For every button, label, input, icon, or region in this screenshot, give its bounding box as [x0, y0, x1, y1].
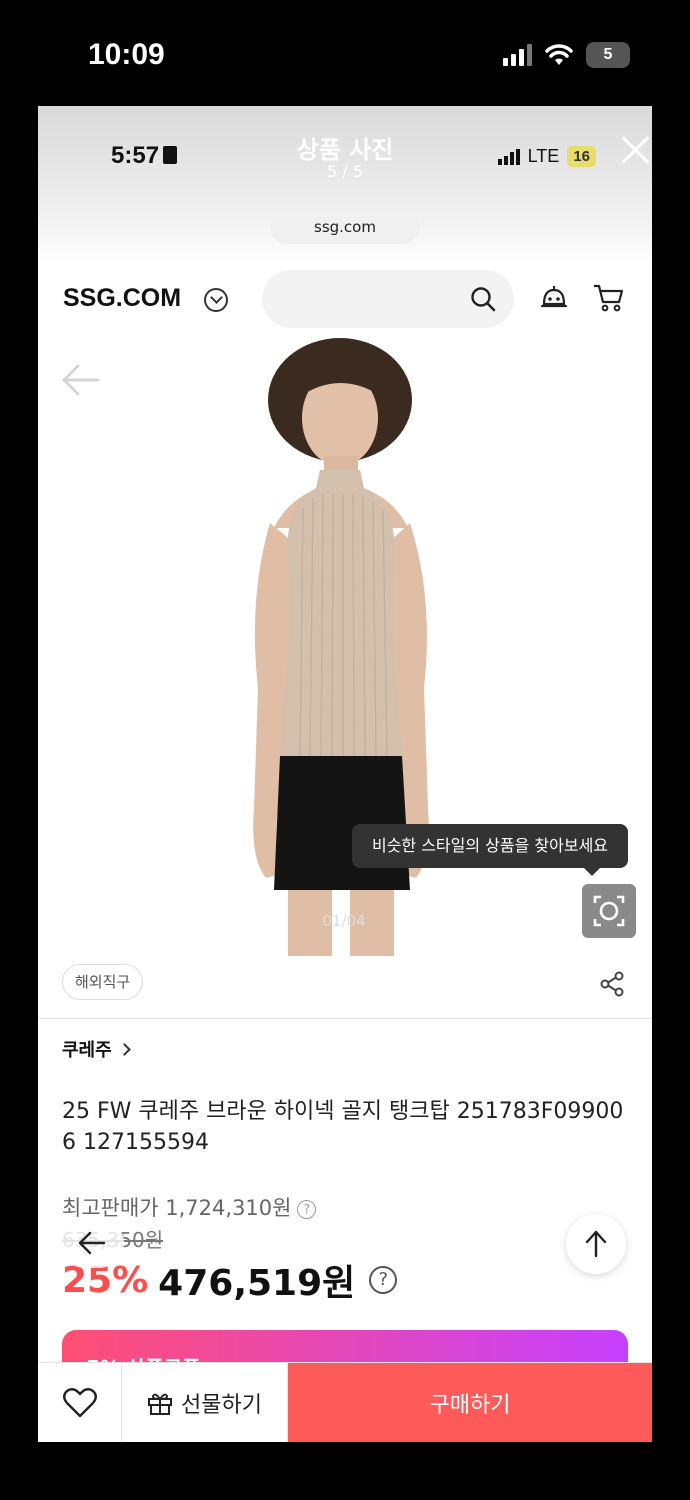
battery-indicator: 5: [586, 42, 630, 68]
close-icon[interactable]: [620, 134, 652, 166]
visual-search-button[interactable]: [582, 884, 636, 938]
help-icon[interactable]: ?: [297, 1200, 317, 1219]
arrow-left-icon: [78, 1231, 106, 1255]
outer-status-icons: 5: [503, 42, 630, 68]
cellular-signal-icon: [503, 44, 532, 66]
wishlist-button[interactable]: [38, 1363, 122, 1442]
photo-viewer: 5:57 상품 사진 5 / 5 LTE 16 ssg.com SSG.COM: [38, 106, 652, 1442]
previous-button[interactable]: [60, 1218, 124, 1268]
search-bar[interactable]: [262, 270, 514, 328]
cart-icon[interactable]: [592, 282, 626, 314]
buy-button[interactable]: 구매하기: [288, 1363, 652, 1442]
product-title: 25 FW 쿠레주 브라운 하이넥 골지 탱크탑 251783F09900 6 …: [62, 1099, 624, 1155]
inner-status-icons: LTE 16: [497, 146, 596, 167]
search-input[interactable]: [262, 270, 462, 328]
inner-signal-icon: [497, 148, 520, 165]
overseas-direct-badge: 해외직구: [62, 964, 144, 1000]
ssg-logo[interactable]: SSG.COM: [63, 284, 181, 313]
arrow-up-icon: [585, 1230, 607, 1258]
similar-style-tooltip: 비슷한 스타일의 상품을 찾아보세요: [352, 824, 628, 876]
viewer-header: 5:57 상품 사진 5 / 5 LTE 16 ssg.com: [38, 106, 652, 266]
product-image-carousel[interactable]: 비슷한 스타일의 상품을 찾아보세요 01/04: [38, 338, 652, 956]
camera-scan-icon: [593, 895, 625, 927]
chevron-right-icon: [117, 1043, 131, 1056]
max-price-label: 최고판매가 1,724,310원: [62, 1196, 292, 1220]
scroll-top-button[interactable]: [566, 1214, 626, 1274]
search-icon[interactable]: [470, 286, 496, 312]
divider: [38, 1018, 652, 1019]
gift-icon: [148, 1393, 173, 1415]
sale-price: 476,519원: [158, 1263, 356, 1304]
wifi-icon: [545, 44, 573, 65]
arrow-left-icon[interactable]: [58, 360, 102, 400]
network-type: LTE: [527, 146, 560, 166]
image-counter: 01/04: [322, 912, 366, 930]
share-icon[interactable]: [598, 970, 626, 998]
price-help-icon[interactable]: ?: [369, 1266, 398, 1294]
robot-assistant-icon[interactable]: [538, 282, 570, 314]
site-header: SSG.COM: [38, 266, 652, 336]
brand-link[interactable]: 쿠레주: [62, 1036, 131, 1062]
gift-label: 선물하기: [181, 1393, 262, 1418]
chevron-down-icon[interactable]: [204, 288, 228, 312]
brand-name: 쿠레주: [62, 1040, 112, 1061]
outer-status-bar: 10:09 5: [0, 0, 690, 106]
gift-button[interactable]: 선물하기: [122, 1363, 288, 1442]
heart-icon: [62, 1388, 97, 1418]
url-bar[interactable]: ssg.com: [270, 210, 420, 244]
inner-battery: 16: [567, 146, 596, 167]
bottom-action-bar: 선물하기 구매하기: [38, 1362, 652, 1442]
outer-time: 10:09: [88, 38, 165, 71]
